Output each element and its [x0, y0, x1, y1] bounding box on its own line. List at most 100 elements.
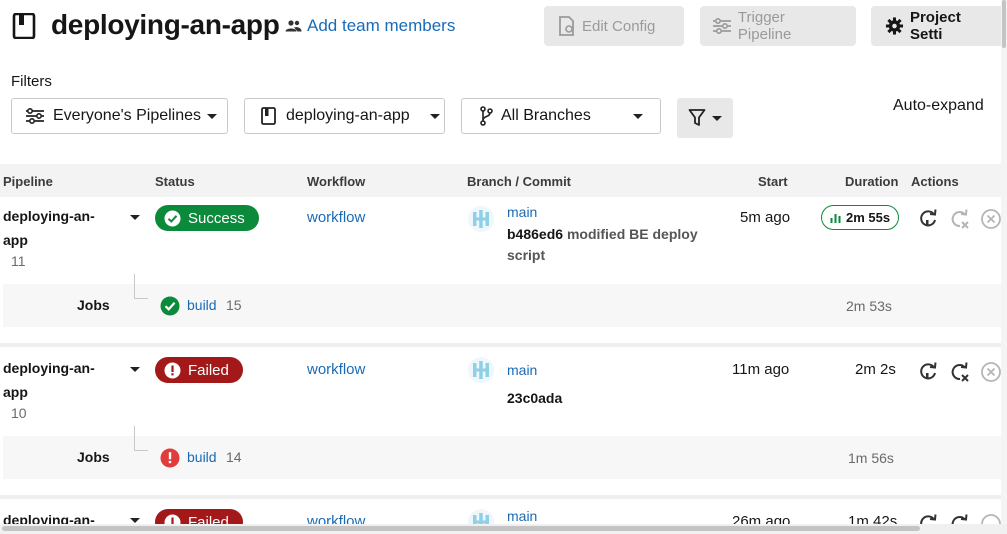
workflow-link[interactable]: workflow: [307, 513, 365, 524]
duration-value: 2m 2s: [855, 361, 896, 378]
status-label: Failed: [188, 361, 229, 379]
table-header: Pipeline Status Workflow Branch / Commit…: [0, 164, 1007, 197]
table-row: deploying-an- Failed workflow main 26m a…: [0, 499, 1007, 524]
branch-link[interactable]: main: [507, 204, 537, 220]
alert-circle-icon: [164, 514, 181, 524]
pipeline-name[interactable]: deploying-an- app: [3, 356, 98, 404]
start-time: 5m ago: [740, 209, 791, 226]
job-name-link[interactable]: build: [187, 449, 217, 465]
avatar: [468, 509, 494, 524]
cancel-icon[interactable]: [980, 513, 1002, 524]
commit-hash-link[interactable]: b486ed6: [507, 226, 563, 242]
page-header: deploying-an-app Add team members Edit C…: [0, 0, 1007, 56]
column-header-status: Status: [155, 174, 195, 189]
vertical-scrollbar[interactable]: [1001, 0, 1007, 524]
rerun-failed-icon[interactable]: [948, 513, 970, 524]
edit-config-label: Edit Config: [582, 17, 656, 35]
tree-connector: [134, 274, 148, 299]
rerun-icon[interactable]: [917, 208, 939, 230]
status-badge[interactable]: Failed: [155, 357, 243, 383]
workflow-link[interactable]: workflow: [307, 361, 365, 378]
sliders-icon: [26, 108, 44, 124]
trigger-pipeline-label: Trigger Pipeline: [737, 9, 792, 43]
job-duration: 1m 56s: [848, 450, 894, 466]
avatar: [468, 357, 494, 383]
project-book-icon: [12, 13, 36, 39]
edit-config-button[interactable]: Edit Config: [544, 6, 684, 46]
tree-connector: [134, 426, 148, 451]
branches-filter-select[interactable]: All Branches: [461, 98, 661, 134]
jobs-label: Jobs: [77, 449, 110, 465]
sliders-icon: [712, 18, 731, 34]
check-circle-icon: [164, 210, 181, 226]
project-settings-button[interactable]: Project Setti: [871, 6, 1007, 46]
rerun-failed-icon[interactable]: [948, 361, 970, 383]
row-divider: [0, 343, 1007, 347]
file-gear-icon: [559, 16, 574, 36]
commit-message-cont: script: [507, 247, 546, 263]
alert-circle-icon: [164, 362, 181, 378]
pipeline-number: 10: [11, 405, 27, 421]
filters-label: Filters: [11, 73, 52, 90]
avatar: [468, 206, 494, 232]
jobs-row: Jobs build 14 1m 56s: [3, 426, 1007, 479]
trigger-pipeline-button[interactable]: Trigger Pipeline: [700, 6, 856, 46]
horizontal-scrollbar[interactable]: [0, 524, 1007, 534]
team-icon: [285, 20, 302, 32]
column-header-start: Start: [758, 174, 788, 189]
filter-funnel-icon: [688, 109, 706, 126]
workflow-link[interactable]: workflow: [307, 209, 365, 226]
job-duration: 2m 53s: [846, 298, 892, 314]
job-number: 14: [226, 449, 242, 465]
page-title: deploying-an-app: [51, 9, 280, 40]
column-header-branch-commit: Branch / Commit: [467, 174, 572, 189]
horizontal-scrollbar-thumb[interactable]: [2, 526, 920, 531]
job-name-link[interactable]: build: [187, 297, 217, 313]
chevron-down-icon: [207, 113, 218, 119]
vertical-scrollbar-thumb[interactable]: [1002, 0, 1006, 48]
status-badge[interactable]: Success: [155, 205, 259, 231]
pipelines-filter-select[interactable]: Everyone's Pipelines: [11, 98, 228, 134]
cancel-icon[interactable]: [980, 361, 1002, 383]
commit-message: modified BE deploy: [566, 226, 698, 242]
pipeline-number: 11: [11, 253, 26, 269]
jobs-label: Jobs: [77, 297, 110, 313]
chevron-down-icon: [712, 115, 722, 121]
advanced-filter-button[interactable]: [677, 98, 733, 138]
status-label: Failed: [188, 513, 229, 525]
pipeline-name[interactable]: deploying-an-: [3, 508, 98, 524]
expand-chevron-icon[interactable]: [130, 367, 140, 372]
chevron-down-icon: [632, 113, 643, 119]
branches-filter-value: All Branches: [501, 107, 591, 124]
pipeline-name[interactable]: deploying-an- app: [3, 204, 98, 252]
status-label: Success: [188, 209, 245, 227]
commit-info: b486ed6 modified BE deploy script: [507, 224, 707, 266]
column-header-duration: Duration: [845, 174, 899, 189]
expand-chevron-icon[interactable]: [130, 215, 140, 220]
duration-value: 1m 42s: [848, 513, 898, 524]
pipelines-filter-value: Everyone's Pipelines: [53, 107, 202, 124]
start-time: 26m ago: [732, 513, 791, 524]
cancel-icon[interactable]: [980, 208, 1002, 230]
expand-chevron-icon[interactable]: [130, 518, 140, 523]
add-team-members-label: Add team members: [307, 16, 456, 35]
rerun-icon[interactable]: [917, 513, 939, 524]
start-time: 11m ago: [732, 361, 790, 378]
chevron-down-icon: [429, 113, 440, 119]
project-filter-value: deploying-an-app: [286, 107, 410, 124]
project-settings-label: Project Setti: [909, 9, 961, 43]
branch-link[interactable]: main: [507, 362, 537, 378]
branch-link[interactable]: main: [507, 508, 537, 524]
add-team-members-link[interactable]: Add team members: [285, 16, 455, 36]
project-filter-select[interactable]: deploying-an-app: [244, 98, 445, 134]
git-branch-icon: [480, 106, 493, 126]
duration-badge[interactable]: 2m 55s: [821, 205, 900, 230]
job-success-icon: [160, 296, 180, 316]
commit-hash-link[interactable]: 23c0ada: [507, 388, 707, 409]
project-book-icon: [261, 107, 276, 125]
rerun-icon[interactable]: [917, 361, 939, 383]
bar-chart-icon: [830, 214, 841, 223]
jobs-row: Jobs build 15 2m 53s: [3, 274, 1007, 327]
status-badge[interactable]: Failed: [155, 509, 243, 524]
rerun-failed-icon[interactable]: [948, 208, 970, 230]
